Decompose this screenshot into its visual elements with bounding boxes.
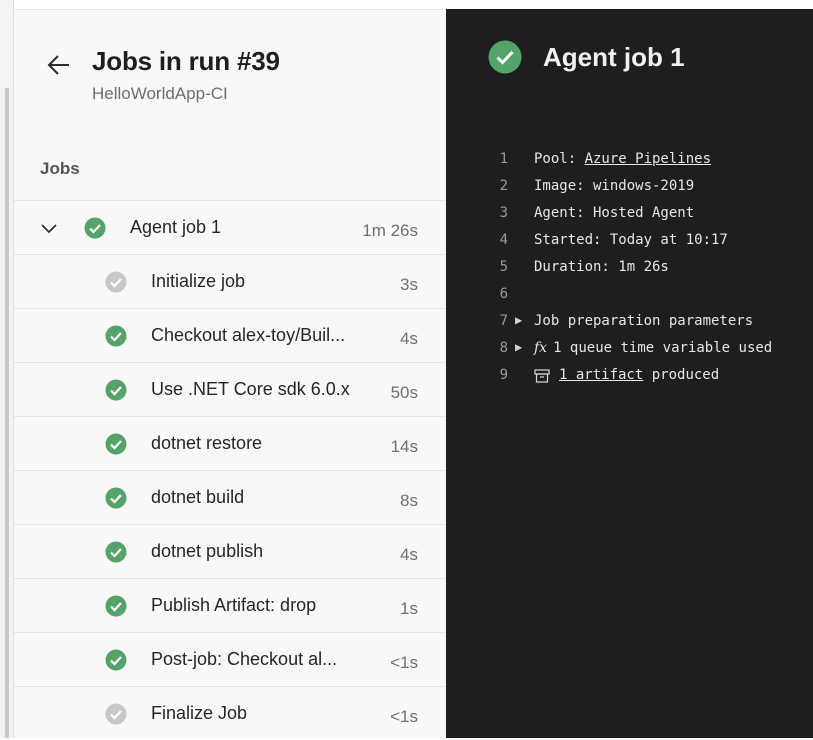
step-name: Publish Artifact: drop xyxy=(151,595,317,615)
arrow-left-icon xyxy=(47,55,69,75)
job-log: 1 Pool: Azure Pipelines 2 Image: windows… xyxy=(446,146,813,389)
check-circle-gray-icon xyxy=(105,271,127,293)
artifact-link[interactable]: 1 artifact xyxy=(559,367,643,383)
step-row[interactable]: Use .NET Core sdk 6.0.x 50s xyxy=(14,362,446,416)
step-duration: 50s xyxy=(390,383,418,402)
step-duration: 14s xyxy=(390,437,418,456)
pipeline-name: HelloWorldApp-CI xyxy=(92,84,228,103)
line-number: 8 xyxy=(499,340,508,356)
job-list: Agent job 1 1m 26s Initialize job 3s Check… xyxy=(14,200,446,740)
log-line: 6 xyxy=(446,281,813,308)
step-row[interactable]: Finalize Job <1s xyxy=(14,686,446,740)
variable-text: 1 queue time variable used xyxy=(553,340,773,356)
line-number: 3 xyxy=(499,205,508,221)
line-number: 7 xyxy=(499,313,508,329)
step-duration: <1s xyxy=(390,707,418,726)
step-row[interactable]: dotnet publish 4s xyxy=(14,524,446,578)
line-number: 6 xyxy=(499,286,508,302)
log-line[interactable]: 8 ▶ fx 1 queue time variable used xyxy=(446,335,813,362)
artifact-icon xyxy=(534,369,550,383)
artifact-suffix: produced xyxy=(643,367,720,383)
step-name: dotnet publish xyxy=(151,541,264,561)
log-line: 4 Started: Today at 10:17 xyxy=(446,227,813,254)
check-circle-icon xyxy=(105,325,127,347)
job-detail-panel: Agent job 1 1 Pool: Azure Pipelines 2 Im… xyxy=(446,9,813,738)
line-number: 9 xyxy=(499,367,508,383)
log-text: Pool: Azure Pipelines xyxy=(534,151,711,167)
log-line: 1 Pool: Azure Pipelines xyxy=(446,146,813,173)
step-row[interactable]: dotnet build 8s xyxy=(14,470,446,524)
step-duration: 8s xyxy=(400,491,418,510)
line-number: 5 xyxy=(499,259,508,275)
log-text: Agent: Hosted Agent xyxy=(534,205,695,221)
check-circle-icon xyxy=(105,433,127,455)
job-row-agent-job-1[interactable]: Agent job 1 1m 26s xyxy=(14,200,446,254)
step-name: Initialize job xyxy=(151,271,246,291)
step-name: dotnet build xyxy=(151,487,245,507)
log-line: 3 Agent: Hosted Agent xyxy=(446,200,813,227)
chevron-down-icon[interactable] xyxy=(40,219,58,237)
step-duration: <1s xyxy=(390,653,418,672)
job-name: Agent job 1 xyxy=(130,217,222,237)
pool-label: Pool: xyxy=(534,151,585,167)
line-number: 4 xyxy=(499,232,508,248)
step-row[interactable]: dotnet restore 14s xyxy=(14,416,446,470)
step-duration: 4s xyxy=(400,329,418,348)
check-circle-icon xyxy=(488,40,522,74)
log-text: Duration: 1m 26s xyxy=(534,259,669,275)
check-circle-icon xyxy=(105,649,127,671)
step-duration: 3s xyxy=(400,275,418,294)
log-line: 5 Duration: 1m 26s xyxy=(446,254,813,281)
check-circle-icon xyxy=(105,595,127,617)
step-row[interactable]: Initialize job 3s xyxy=(14,254,446,308)
step-duration: 4s xyxy=(400,545,418,564)
step-row[interactable]: Publish Artifact: drop 1s xyxy=(14,578,446,632)
step-name: Checkout alex-toy/Buil... xyxy=(151,325,346,345)
check-circle-icon xyxy=(105,379,127,401)
log-text: Image: windows-2019 xyxy=(534,178,695,194)
step-row[interactable]: Post-job: Checkout al... <1s xyxy=(14,632,446,686)
expand-triangle-icon[interactable]: ▶ xyxy=(515,340,522,354)
step-duration: 1s xyxy=(400,599,418,618)
step-name: Use .NET Core sdk 6.0.x xyxy=(151,379,350,399)
jobs-section-label: Jobs xyxy=(40,159,80,178)
job-duration: 1m 26s xyxy=(362,221,418,240)
step-row[interactable]: Checkout alex-toy/Buil... 4s xyxy=(14,308,446,362)
step-name: dotnet restore xyxy=(151,433,263,453)
jobs-panel: Jobs in run #39 HelloWorldApp-CI Jobs Ag… xyxy=(14,9,446,738)
job-detail-title: Agent job 1 xyxy=(543,42,685,72)
log-line: 9 1 artifact produced xyxy=(446,362,813,389)
step-name: Post-job: Checkout al... xyxy=(151,649,338,669)
log-text: 1 artifact produced xyxy=(559,367,719,383)
check-circle-gray-icon xyxy=(105,703,127,725)
scrollbar[interactable] xyxy=(5,88,9,738)
pool-link[interactable]: Azure Pipelines xyxy=(585,151,711,167)
check-circle-icon xyxy=(105,541,127,563)
check-circle-icon xyxy=(105,487,127,509)
step-name: Finalize Job xyxy=(151,703,248,723)
expand-triangle-icon[interactable]: ▶ xyxy=(515,313,522,327)
page-title: Jobs in run #39 xyxy=(92,46,280,76)
line-number: 1 xyxy=(499,151,508,167)
log-text: Started: Today at 10:17 xyxy=(534,232,728,248)
log-line: 2 Image: windows-2019 xyxy=(446,173,813,200)
back-button[interactable] xyxy=(46,52,72,78)
check-circle-icon xyxy=(84,217,106,239)
fx-icon: fx xyxy=(534,340,548,356)
log-text: fx 1 queue time variable used xyxy=(534,340,772,356)
log-line[interactable]: 7 ▶ Job preparation parameters xyxy=(446,308,813,335)
left-scroll-edge[interactable] xyxy=(0,0,14,738)
log-text: Job preparation parameters xyxy=(534,313,754,329)
line-number: 2 xyxy=(499,178,508,194)
